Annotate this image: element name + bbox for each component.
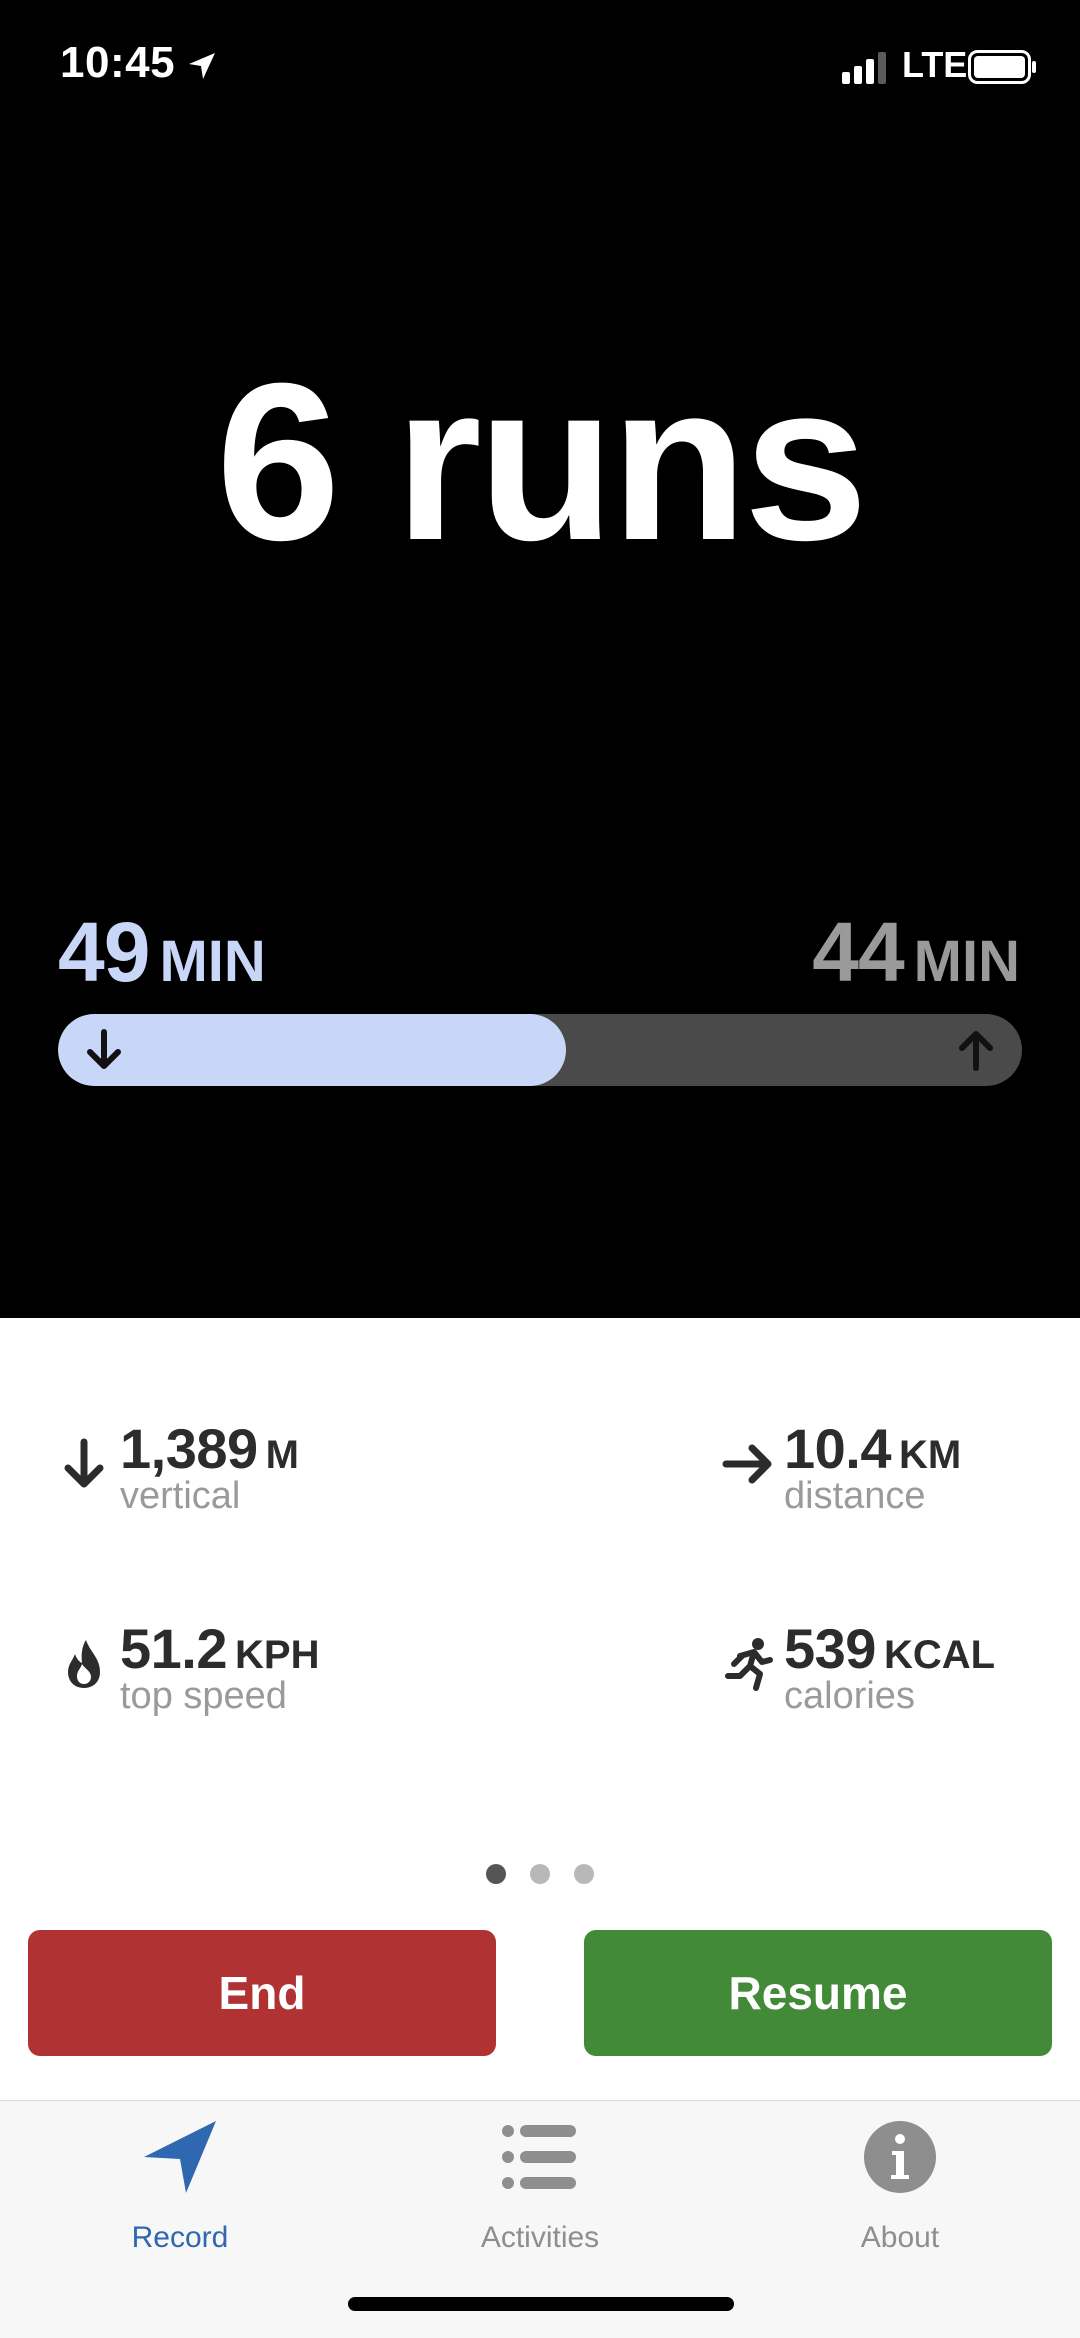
arrow-down-icon xyxy=(87,1029,121,1069)
flame-icon xyxy=(68,1640,100,1688)
uphill-time: 44 MIN xyxy=(812,904,1020,1004)
page-dot[interactable] xyxy=(486,1864,506,1884)
battery-icon xyxy=(968,50,1036,84)
tab-about-label: About xyxy=(860,2221,940,2254)
uphill-time-unit: MIN xyxy=(913,929,1020,994)
downhill-time-fill xyxy=(58,1014,567,1086)
tab-about[interactable]: About xyxy=(720,2101,1080,2301)
resume-button[interactable]: Resume xyxy=(584,1930,1052,2056)
time-split-bar xyxy=(58,1014,1022,1086)
stat-value: 10.4 xyxy=(784,1417,892,1480)
tab-record[interactable]: Record xyxy=(0,2101,360,2301)
signal-icon xyxy=(842,52,886,84)
stat-unit: KCAL xyxy=(883,1633,996,1677)
uphill-time-value: 44 xyxy=(812,905,904,999)
stat-label: calories xyxy=(784,1675,915,1717)
status-bar: 10:45 LTE xyxy=(0,0,1080,135)
downhill-time: 49 MIN xyxy=(58,904,266,1004)
end-button[interactable]: End xyxy=(28,1930,496,2056)
stat-value: 1,389 xyxy=(120,1417,258,1480)
tab-activities-label: Activities xyxy=(480,2221,600,2254)
network-label: LTE xyxy=(902,44,968,85)
arrow-right-icon xyxy=(722,1444,772,1484)
info-icon xyxy=(864,2121,936,2193)
stat-distance-text: 10.4 KM distance xyxy=(784,1416,961,1518)
runs-count-title: 6 runs xyxy=(215,337,868,587)
location-arrow-icon xyxy=(189,53,215,79)
stat-value: 539 xyxy=(784,1617,876,1680)
running-person-icon xyxy=(725,1638,773,1691)
home-indicator xyxy=(348,2297,734,2311)
stat-top-speed-text: 51.2 KPH top speed xyxy=(120,1616,319,1718)
stat-calories-text: 539 KCAL calories xyxy=(784,1616,995,1718)
navigation-arrow-icon xyxy=(144,2121,216,2193)
page-dot[interactable] xyxy=(574,1864,594,1884)
stat-label: top speed xyxy=(120,1675,287,1717)
stat-unit: KM xyxy=(899,1433,962,1477)
arrow-up-icon xyxy=(959,1031,993,1071)
page-dot[interactable] xyxy=(530,1864,550,1884)
stat-unit: KPH xyxy=(235,1633,320,1677)
stat-label: distance xyxy=(784,1475,926,1517)
stat-label: vertical xyxy=(120,1475,241,1517)
downhill-time-value: 49 xyxy=(58,905,150,999)
stat-vertical-text: 1,389 M vertical xyxy=(120,1416,299,1518)
arrow-down-icon xyxy=(64,1438,104,1488)
page-indicator[interactable] xyxy=(0,1864,1080,1889)
tab-record-label: Record xyxy=(131,2221,229,2254)
list-icon xyxy=(502,2125,576,2189)
summary-panel: 10:45 LTE 6 runs 49 MIN 44 MIN xyxy=(0,0,1080,1318)
downhill-time-unit: MIN xyxy=(159,929,266,994)
tab-activities[interactable]: Activities xyxy=(360,2101,720,2301)
stat-value: 51.2 xyxy=(120,1617,228,1680)
stat-unit: M xyxy=(265,1433,299,1477)
status-time: 10:45 xyxy=(60,38,176,87)
